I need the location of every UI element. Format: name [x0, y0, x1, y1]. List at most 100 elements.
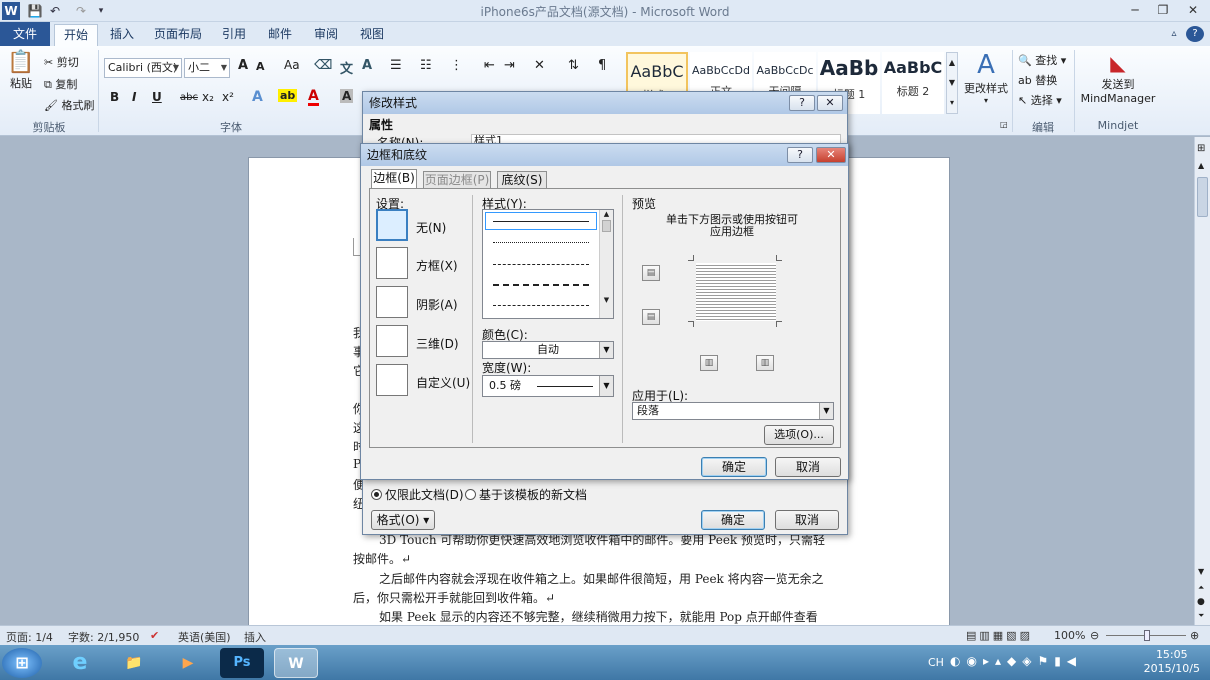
close-dialog-button[interactable]: ✕ [817, 95, 843, 111]
only-this-document-radio[interactable] [371, 489, 382, 500]
grow-font-button[interactable]: A [238, 58, 248, 73]
setting-shadow-label[interactable]: 阴影(A) [416, 296, 458, 313]
line-style-solid[interactable] [493, 221, 589, 222]
ruler-toggle-icon[interactable]: ⊞ [1197, 143, 1205, 154]
font-name-combo[interactable]: Calibri (西文) ▼ [104, 58, 182, 78]
scroll-thumb[interactable] [1197, 177, 1208, 217]
photoshop-icon[interactable]: Ps [220, 648, 264, 678]
previous-page-icon[interactable]: ⏶ [1198, 583, 1204, 593]
copy-button[interactable]: ⧉ 复制 [44, 76, 77, 92]
line-style-dash-dot[interactable] [493, 305, 589, 306]
media-player-icon[interactable]: ▶ [166, 648, 210, 678]
paste-button[interactable]: 📋 粘贴 [6, 50, 36, 91]
tab-insert[interactable]: 插入 [104, 24, 140, 46]
character-shading-icon[interactable]: A [340, 89, 354, 103]
asian-layout-icon[interactable]: ✕ [534, 58, 545, 73]
internet-explorer-icon[interactable]: e [58, 648, 102, 678]
help-button[interactable]: ? [787, 147, 813, 163]
replace-button[interactable]: ab 替换 [1018, 72, 1057, 88]
bullets-icon[interactable]: ☰ [390, 58, 402, 73]
preview-diagram[interactable] [688, 255, 782, 327]
change-case-button[interactable]: Aa [284, 58, 300, 72]
scroll-up-icon[interactable]: ▲ [600, 210, 613, 218]
select-button[interactable]: ↖ 选择 ▾ [1018, 92, 1062, 108]
word-taskbar-icon[interactable]: W [274, 648, 318, 678]
format-painter-button[interactable]: 🖌 格式刷 [44, 97, 94, 113]
setting-shadow-icon[interactable] [376, 286, 408, 318]
right-border-button-icon[interactable]: ▥ [756, 355, 774, 371]
italic-button[interactable]: I [132, 90, 136, 104]
increase-indent-icon[interactable]: ⇥ [504, 58, 515, 73]
help-button[interactable]: ? [789, 95, 815, 111]
show-marks-icon[interactable]: ¶ [598, 58, 606, 73]
clock[interactable]: 15:05 2015/10/5 [1144, 648, 1200, 676]
line-style-dashed[interactable] [493, 264, 589, 265]
subscript-button[interactable]: x₂ [202, 90, 214, 104]
proofing-icon[interactable]: ✔ [150, 629, 159, 642]
file-explorer-icon[interactable]: 📁 [112, 648, 156, 678]
language-indicator[interactable]: 英语(美国) [178, 629, 231, 645]
view-buttons-icon[interactable]: ▤▥▦▧▨ [966, 629, 1033, 642]
superscript-button[interactable]: x² [222, 90, 234, 104]
highlight-color-icon[interactable]: ab [278, 89, 298, 102]
restore-button[interactable]: ❐ [1150, 1, 1176, 19]
ok-button[interactable]: 确定 [701, 457, 767, 477]
multilevel-list-icon[interactable]: ⋮ [450, 58, 463, 73]
scroll-up-icon[interactable]: ▲ [1198, 161, 1204, 170]
tab-shading[interactable]: 底纹(S) [497, 171, 547, 189]
bottom-border-button-icon[interactable]: ▤ [642, 309, 660, 325]
strikethrough-button[interactable]: abc [180, 92, 198, 103]
setting-box-label[interactable]: 方框(X) [416, 257, 458, 274]
tab-borders[interactable]: 边框(B) [371, 169, 417, 189]
doc-line[interactable]: 之后邮件内容就会浮现在收件箱之上。如果邮件很简短，用 Peek 将内容一览无余之 [379, 570, 824, 587]
setting-custom-label[interactable]: 自定义(U) [416, 374, 470, 391]
tab-mailings[interactable]: 邮件 [262, 24, 298, 46]
format-button[interactable]: 格式(O) ▾ [371, 510, 435, 530]
font-size-combo[interactable]: 小二 ▼ [184, 58, 230, 78]
doc-line[interactable]: 如果 Peek 显示的内容还不够完整，继续稍微用力按下，就能用 Pop 点开邮件… [379, 608, 818, 625]
line-style-dotted[interactable] [493, 242, 589, 243]
doc-line[interactable]: 后，你只需松开手就能回到收件箱。↵ [353, 589, 555, 606]
zoom-out-icon[interactable]: ⊖ [1090, 629, 1099, 642]
setting-none-icon[interactable] [376, 209, 408, 241]
ok-button[interactable]: 确定 [701, 510, 765, 530]
browse-object-icon[interactable]: ● [1197, 597, 1205, 607]
zoom-level[interactable]: 100% [1054, 629, 1085, 642]
find-button[interactable]: 🔍 查找 ▾ [1018, 52, 1066, 68]
close-window-button[interactable]: ✕ [1180, 1, 1206, 19]
cancel-button[interactable]: 取消 [775, 457, 841, 477]
left-border-button-icon[interactable]: ▥ [700, 355, 718, 371]
ribbon-collapse-icon[interactable]: ▵ [1166, 24, 1182, 46]
zoom-in-icon[interactable]: ⊕ [1190, 629, 1199, 642]
word-count[interactable]: 字数: 2/1,950 [68, 629, 139, 645]
apply-to-dropdown[interactable]: 段落 ▼ [632, 402, 834, 420]
setting-3d-label[interactable]: 三维(D) [416, 335, 459, 352]
cancel-button[interactable]: 取消 [775, 510, 839, 530]
styles-dialog-launcher-icon[interactable]: ◲ [1000, 120, 1008, 129]
vertical-scrollbar[interactable]: ⊞ ▲ ▼ ⏶ ● ⏷ [1194, 137, 1210, 625]
line-style-scrollbar[interactable]: ▲ ▼ [599, 210, 613, 318]
phonetic-guide-icon[interactable]: 文 [340, 58, 353, 77]
new-documents-radio[interactable] [465, 489, 476, 500]
tab-review[interactable]: 审阅 [308, 24, 344, 46]
character-border-icon[interactable]: A [362, 58, 372, 73]
minimize-button[interactable]: ─ [1122, 1, 1148, 19]
line-style-list[interactable]: ▲ ▼ [482, 209, 614, 319]
scroll-down-icon[interactable]: ▼ [1198, 567, 1204, 576]
style-item-heading-2[interactable]: AaBbC 标题 2 [882, 52, 944, 114]
decrease-indent-icon[interactable]: ⇤ [484, 58, 495, 73]
close-dialog-button[interactable]: ✕ [816, 147, 846, 163]
input-language[interactable]: CH [928, 656, 944, 669]
numbering-icon[interactable]: ☷ [420, 58, 432, 73]
page-count[interactable]: 页面: 1/4 [6, 629, 53, 645]
tab-page-border[interactable]: 页面边框(P) [423, 171, 491, 189]
setting-3d-icon[interactable] [376, 325, 408, 357]
send-to-mindmanager-button[interactable]: ◣ 发送到 MindManager [1076, 50, 1160, 105]
tab-references[interactable]: 引用 [216, 24, 252, 46]
next-page-icon[interactable]: ⏷ [1198, 611, 1204, 621]
system-tray-icons[interactable]: ◐◉▸▴◆◈⚑▮◀ [950, 654, 1082, 668]
scroll-down-icon[interactable]: ▼ [600, 296, 613, 304]
setting-box-icon[interactable] [376, 247, 408, 279]
help-icon[interactable]: ? [1186, 26, 1204, 42]
color-dropdown[interactable]: 自动 ▼ [482, 341, 614, 359]
